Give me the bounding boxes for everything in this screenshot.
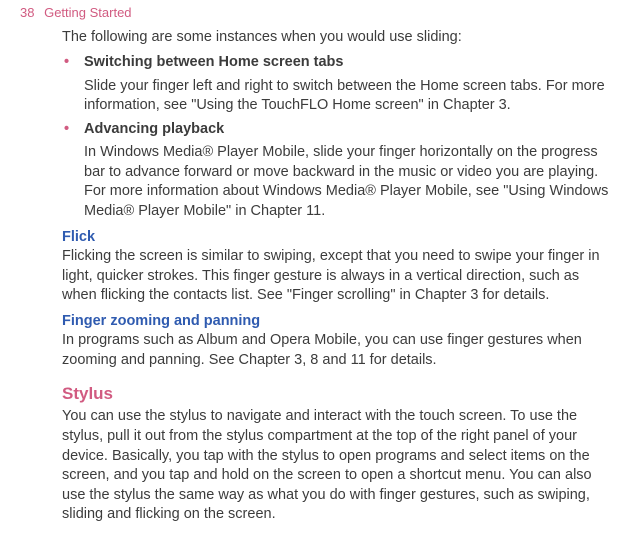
header-section: Getting Started bbox=[44, 5, 131, 20]
bullet-list: Switching between Home screen tabs Slide… bbox=[62, 53, 612, 222]
content: The following are some instances when yo… bbox=[20, 28, 614, 525]
fzp-body: In programs such as Album and Opera Mobi… bbox=[62, 331, 612, 370]
intro-text: The following are some instances when yo… bbox=[62, 28, 612, 48]
page-header: 38 Getting Started bbox=[20, 4, 614, 22]
bullet-title: Advancing playback bbox=[84, 120, 612, 140]
bullet-body: In Windows Media® Player Mobile, slide y… bbox=[84, 143, 612, 221]
page-number: 38 bbox=[20, 5, 34, 20]
stylus-heading: Stylus bbox=[62, 383, 612, 406]
list-item: Advancing playback In Windows Media® Pla… bbox=[62, 120, 612, 222]
bullet-body: Slide your finger left and right to swit… bbox=[84, 77, 612, 116]
page: 38 Getting Started The following are som… bbox=[0, 0, 634, 525]
list-item: Switching between Home screen tabs Slide… bbox=[62, 53, 612, 116]
stylus-body: You can use the stylus to navigate and i… bbox=[62, 407, 612, 524]
fzp-heading: Finger zooming and panning bbox=[62, 312, 612, 332]
bullet-title: Switching between Home screen tabs bbox=[84, 53, 612, 73]
flick-heading: Flick bbox=[62, 228, 612, 248]
flick-body: Flicking the screen is similar to swipin… bbox=[62, 247, 612, 306]
